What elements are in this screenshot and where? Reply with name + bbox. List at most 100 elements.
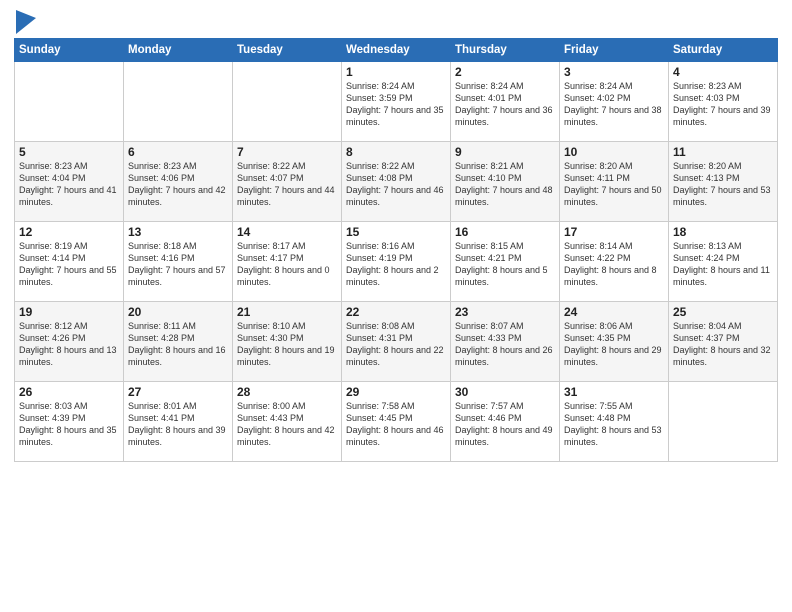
day-info: Sunrise: 8:07 AM Sunset: 4:33 PM Dayligh… <box>455 320 555 369</box>
day-info: Sunrise: 8:01 AM Sunset: 4:41 PM Dayligh… <box>128 400 228 449</box>
day-info: Sunrise: 8:20 AM Sunset: 4:11 PM Dayligh… <box>564 160 664 209</box>
calendar-cell: 16Sunrise: 8:15 AM Sunset: 4:21 PM Dayli… <box>451 222 560 302</box>
day-number: 3 <box>564 65 664 79</box>
day-number: 8 <box>346 145 446 159</box>
calendar-cell: 3Sunrise: 8:24 AM Sunset: 4:02 PM Daylig… <box>560 62 669 142</box>
day-info: Sunrise: 8:10 AM Sunset: 4:30 PM Dayligh… <box>237 320 337 369</box>
day-number: 13 <box>128 225 228 239</box>
day-info: Sunrise: 8:19 AM Sunset: 4:14 PM Dayligh… <box>19 240 119 289</box>
calendar-cell: 25Sunrise: 8:04 AM Sunset: 4:37 PM Dayli… <box>669 302 778 382</box>
day-info: Sunrise: 8:24 AM Sunset: 4:01 PM Dayligh… <box>455 80 555 129</box>
calendar-cell: 7Sunrise: 8:22 AM Sunset: 4:07 PM Daylig… <box>233 142 342 222</box>
day-info: Sunrise: 8:16 AM Sunset: 4:19 PM Dayligh… <box>346 240 446 289</box>
logo <box>14 10 36 34</box>
calendar-cell: 4Sunrise: 8:23 AM Sunset: 4:03 PM Daylig… <box>669 62 778 142</box>
day-info: Sunrise: 8:22 AM Sunset: 4:08 PM Dayligh… <box>346 160 446 209</box>
day-number: 12 <box>19 225 119 239</box>
calendar-cell: 11Sunrise: 8:20 AM Sunset: 4:13 PM Dayli… <box>669 142 778 222</box>
day-number: 28 <box>237 385 337 399</box>
day-number: 17 <box>564 225 664 239</box>
day-number: 15 <box>346 225 446 239</box>
day-info: Sunrise: 8:00 AM Sunset: 4:43 PM Dayligh… <box>237 400 337 449</box>
day-number: 25 <box>673 305 773 319</box>
day-info: Sunrise: 8:08 AM Sunset: 4:31 PM Dayligh… <box>346 320 446 369</box>
calendar-cell: 10Sunrise: 8:20 AM Sunset: 4:11 PM Dayli… <box>560 142 669 222</box>
day-info: Sunrise: 8:04 AM Sunset: 4:37 PM Dayligh… <box>673 320 773 369</box>
day-number: 30 <box>455 385 555 399</box>
day-info: Sunrise: 8:12 AM Sunset: 4:26 PM Dayligh… <box>19 320 119 369</box>
day-header-wednesday: Wednesday <box>342 39 451 62</box>
calendar-cell: 5Sunrise: 8:23 AM Sunset: 4:04 PM Daylig… <box>15 142 124 222</box>
day-number: 10 <box>564 145 664 159</box>
day-info: Sunrise: 8:18 AM Sunset: 4:16 PM Dayligh… <box>128 240 228 289</box>
day-number: 2 <box>455 65 555 79</box>
day-info: Sunrise: 8:13 AM Sunset: 4:24 PM Dayligh… <box>673 240 773 289</box>
calendar-cell <box>233 62 342 142</box>
day-header-friday: Friday <box>560 39 669 62</box>
day-number: 22 <box>346 305 446 319</box>
day-number: 5 <box>19 145 119 159</box>
calendar-cell: 24Sunrise: 8:06 AM Sunset: 4:35 PM Dayli… <box>560 302 669 382</box>
day-info: Sunrise: 8:20 AM Sunset: 4:13 PM Dayligh… <box>673 160 773 209</box>
calendar-cell: 19Sunrise: 8:12 AM Sunset: 4:26 PM Dayli… <box>15 302 124 382</box>
day-number: 24 <box>564 305 664 319</box>
day-info: Sunrise: 8:03 AM Sunset: 4:39 PM Dayligh… <box>19 400 119 449</box>
calendar-cell: 6Sunrise: 8:23 AM Sunset: 4:06 PM Daylig… <box>124 142 233 222</box>
calendar-cell <box>669 382 778 462</box>
day-info: Sunrise: 8:23 AM Sunset: 4:06 PM Dayligh… <box>128 160 228 209</box>
calendar-cell <box>124 62 233 142</box>
day-number: 14 <box>237 225 337 239</box>
calendar-cell: 15Sunrise: 8:16 AM Sunset: 4:19 PM Dayli… <box>342 222 451 302</box>
day-number: 21 <box>237 305 337 319</box>
day-header-sunday: Sunday <box>15 39 124 62</box>
day-number: 4 <box>673 65 773 79</box>
calendar-cell: 14Sunrise: 8:17 AM Sunset: 4:17 PM Dayli… <box>233 222 342 302</box>
day-number: 29 <box>346 385 446 399</box>
day-info: Sunrise: 7:58 AM Sunset: 4:45 PM Dayligh… <box>346 400 446 449</box>
calendar-cell: 22Sunrise: 8:08 AM Sunset: 4:31 PM Dayli… <box>342 302 451 382</box>
day-number: 11 <box>673 145 773 159</box>
day-info: Sunrise: 8:24 AM Sunset: 3:59 PM Dayligh… <box>346 80 446 129</box>
calendar-cell: 27Sunrise: 8:01 AM Sunset: 4:41 PM Dayli… <box>124 382 233 462</box>
day-header-monday: Monday <box>124 39 233 62</box>
day-number: 9 <box>455 145 555 159</box>
calendar-cell: 2Sunrise: 8:24 AM Sunset: 4:01 PM Daylig… <box>451 62 560 142</box>
day-header-thursday: Thursday <box>451 39 560 62</box>
calendar-cell: 13Sunrise: 8:18 AM Sunset: 4:16 PM Dayli… <box>124 222 233 302</box>
logo-icon <box>16 10 36 34</box>
day-info: Sunrise: 8:23 AM Sunset: 4:03 PM Dayligh… <box>673 80 773 129</box>
day-number: 20 <box>128 305 228 319</box>
calendar-cell: 30Sunrise: 7:57 AM Sunset: 4:46 PM Dayli… <box>451 382 560 462</box>
calendar-cell: 29Sunrise: 7:58 AM Sunset: 4:45 PM Dayli… <box>342 382 451 462</box>
day-info: Sunrise: 7:55 AM Sunset: 4:48 PM Dayligh… <box>564 400 664 449</box>
day-info: Sunrise: 8:17 AM Sunset: 4:17 PM Dayligh… <box>237 240 337 289</box>
calendar-cell: 18Sunrise: 8:13 AM Sunset: 4:24 PM Dayli… <box>669 222 778 302</box>
day-number: 27 <box>128 385 228 399</box>
day-number: 26 <box>19 385 119 399</box>
day-number: 16 <box>455 225 555 239</box>
calendar-cell: 23Sunrise: 8:07 AM Sunset: 4:33 PM Dayli… <box>451 302 560 382</box>
day-number: 7 <box>237 145 337 159</box>
day-number: 6 <box>128 145 228 159</box>
day-info: Sunrise: 8:23 AM Sunset: 4:04 PM Dayligh… <box>19 160 119 209</box>
day-info: Sunrise: 8:22 AM Sunset: 4:07 PM Dayligh… <box>237 160 337 209</box>
calendar-cell: 9Sunrise: 8:21 AM Sunset: 4:10 PM Daylig… <box>451 142 560 222</box>
calendar-cell: 21Sunrise: 8:10 AM Sunset: 4:30 PM Dayli… <box>233 302 342 382</box>
day-info: Sunrise: 8:14 AM Sunset: 4:22 PM Dayligh… <box>564 240 664 289</box>
day-info: Sunrise: 8:15 AM Sunset: 4:21 PM Dayligh… <box>455 240 555 289</box>
calendar-cell: 31Sunrise: 7:55 AM Sunset: 4:48 PM Dayli… <box>560 382 669 462</box>
day-header-tuesday: Tuesday <box>233 39 342 62</box>
calendar-cell: 8Sunrise: 8:22 AM Sunset: 4:08 PM Daylig… <box>342 142 451 222</box>
day-info: Sunrise: 8:06 AM Sunset: 4:35 PM Dayligh… <box>564 320 664 369</box>
day-number: 31 <box>564 385 664 399</box>
day-header-saturday: Saturday <box>669 39 778 62</box>
calendar-cell: 1Sunrise: 8:24 AM Sunset: 3:59 PM Daylig… <box>342 62 451 142</box>
day-info: Sunrise: 7:57 AM Sunset: 4:46 PM Dayligh… <box>455 400 555 449</box>
day-info: Sunrise: 8:21 AM Sunset: 4:10 PM Dayligh… <box>455 160 555 209</box>
calendar-cell: 12Sunrise: 8:19 AM Sunset: 4:14 PM Dayli… <box>15 222 124 302</box>
day-info: Sunrise: 8:24 AM Sunset: 4:02 PM Dayligh… <box>564 80 664 129</box>
calendar-cell: 17Sunrise: 8:14 AM Sunset: 4:22 PM Dayli… <box>560 222 669 302</box>
day-number: 1 <box>346 65 446 79</box>
day-number: 23 <box>455 305 555 319</box>
calendar-cell: 20Sunrise: 8:11 AM Sunset: 4:28 PM Dayli… <box>124 302 233 382</box>
